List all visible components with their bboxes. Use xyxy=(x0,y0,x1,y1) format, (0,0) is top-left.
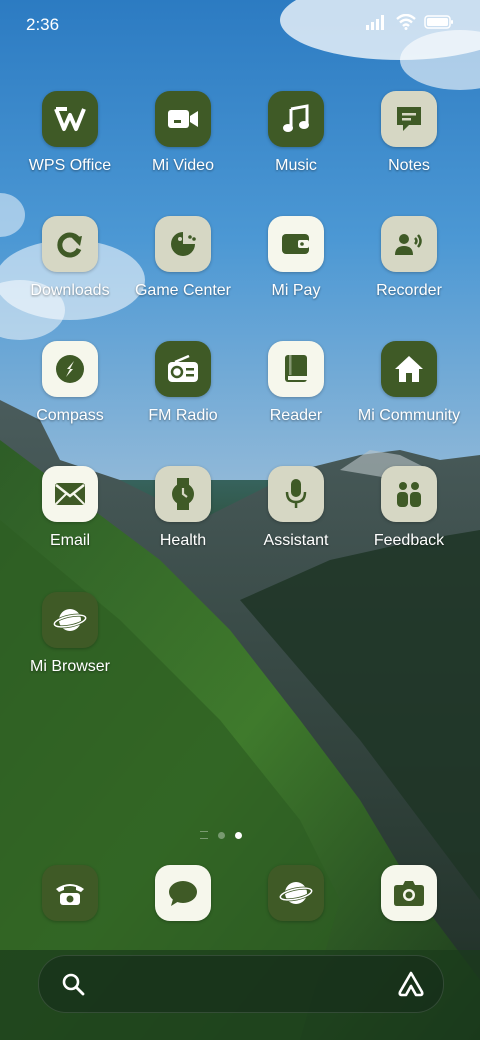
message-icon xyxy=(155,865,211,921)
page-dot-3-active[interactable] xyxy=(235,831,242,839)
music-icon xyxy=(268,91,324,147)
app-assistant[interactable]: Assistant xyxy=(240,466,352,550)
page-dot-2[interactable] xyxy=(218,831,225,839)
app-label: Mi Community xyxy=(357,407,461,424)
downloads-icon xyxy=(42,216,98,272)
status-icons xyxy=(366,14,454,30)
watch-icon xyxy=(155,466,211,522)
book-icon xyxy=(268,341,324,397)
signal-icon xyxy=(366,15,384,30)
dock-messages[interactable] xyxy=(155,865,211,921)
app-music[interactable]: Music xyxy=(240,91,352,175)
microphone-icon xyxy=(268,466,324,522)
camera-icon xyxy=(381,865,437,921)
page-dot-1[interactable] xyxy=(200,831,208,839)
app-label: FM Radio xyxy=(148,407,218,424)
email-icon xyxy=(42,466,98,522)
feedback-icon xyxy=(381,466,437,522)
app-label: Mi Browser xyxy=(29,658,110,675)
dock-camera[interactable] xyxy=(381,865,437,921)
app-reader[interactable]: Reader xyxy=(240,341,352,425)
app-label: Email xyxy=(49,532,90,549)
app-label: Recorder xyxy=(376,282,442,299)
app-mi-video[interactable]: Mi Video xyxy=(127,91,239,175)
status-bar: 2:36 xyxy=(0,0,480,52)
radio-icon xyxy=(155,341,211,397)
app-label: Mi Video xyxy=(152,157,214,174)
home-icon xyxy=(381,341,437,397)
app-mi-browser[interactable]: Mi Browser xyxy=(14,592,126,676)
app-label: Notes xyxy=(388,157,430,174)
wallet-icon xyxy=(268,216,324,272)
status-time: 2:36 xyxy=(26,15,60,34)
app-notes[interactable]: Notes xyxy=(353,91,465,175)
app-label: Reader xyxy=(269,407,323,424)
notes-icon xyxy=(381,91,437,147)
dock-phone[interactable] xyxy=(42,865,98,921)
wps-office-icon xyxy=(42,91,98,147)
search-icon[interactable] xyxy=(61,972,85,996)
app-health[interactable]: Health xyxy=(127,466,239,550)
app-label: Feedback xyxy=(373,532,445,549)
app-downloads[interactable]: Downloads xyxy=(14,216,126,300)
assistant-logo-icon[interactable] xyxy=(397,970,425,998)
app-wps-office[interactable]: WPS Office xyxy=(14,91,126,175)
recorder-icon xyxy=(381,216,437,272)
app-label: Mi Pay xyxy=(271,282,321,299)
app-feedback[interactable]: Feedback xyxy=(353,466,465,550)
phone-icon xyxy=(42,865,98,921)
app-label: Downloads xyxy=(30,282,110,299)
wifi-icon xyxy=(396,14,416,30)
compass-icon xyxy=(42,341,98,397)
app-compass[interactable]: Compass xyxy=(14,341,126,425)
app-fm-radio[interactable]: FM Radio xyxy=(127,341,239,425)
home-screen: 2:36 WPS Office Mi Video Music Notes Dow… xyxy=(0,0,480,1040)
browser-icon xyxy=(268,865,324,921)
app-label: Health xyxy=(159,532,207,549)
page-indicator[interactable] xyxy=(200,831,242,839)
mi-video-icon xyxy=(155,91,211,147)
battery-icon xyxy=(424,15,453,29)
game-center-icon xyxy=(155,216,211,272)
app-game-center[interactable]: Game Center xyxy=(127,216,239,300)
app-mi-community[interactable]: Mi Community xyxy=(353,341,465,425)
app-email[interactable]: Email xyxy=(14,466,126,550)
app-recorder[interactable]: Recorder xyxy=(353,216,465,300)
app-label: Game Center xyxy=(134,282,232,299)
app-label: Assistant xyxy=(263,532,329,549)
app-label: Compass xyxy=(36,407,104,424)
app-label: Music xyxy=(275,157,317,174)
search-bar[interactable] xyxy=(38,955,444,1013)
planet-icon xyxy=(42,592,98,648)
dock-browser[interactable] xyxy=(268,865,324,921)
app-mi-pay[interactable]: Mi Pay xyxy=(240,216,352,300)
app-label: WPS Office xyxy=(28,157,112,174)
